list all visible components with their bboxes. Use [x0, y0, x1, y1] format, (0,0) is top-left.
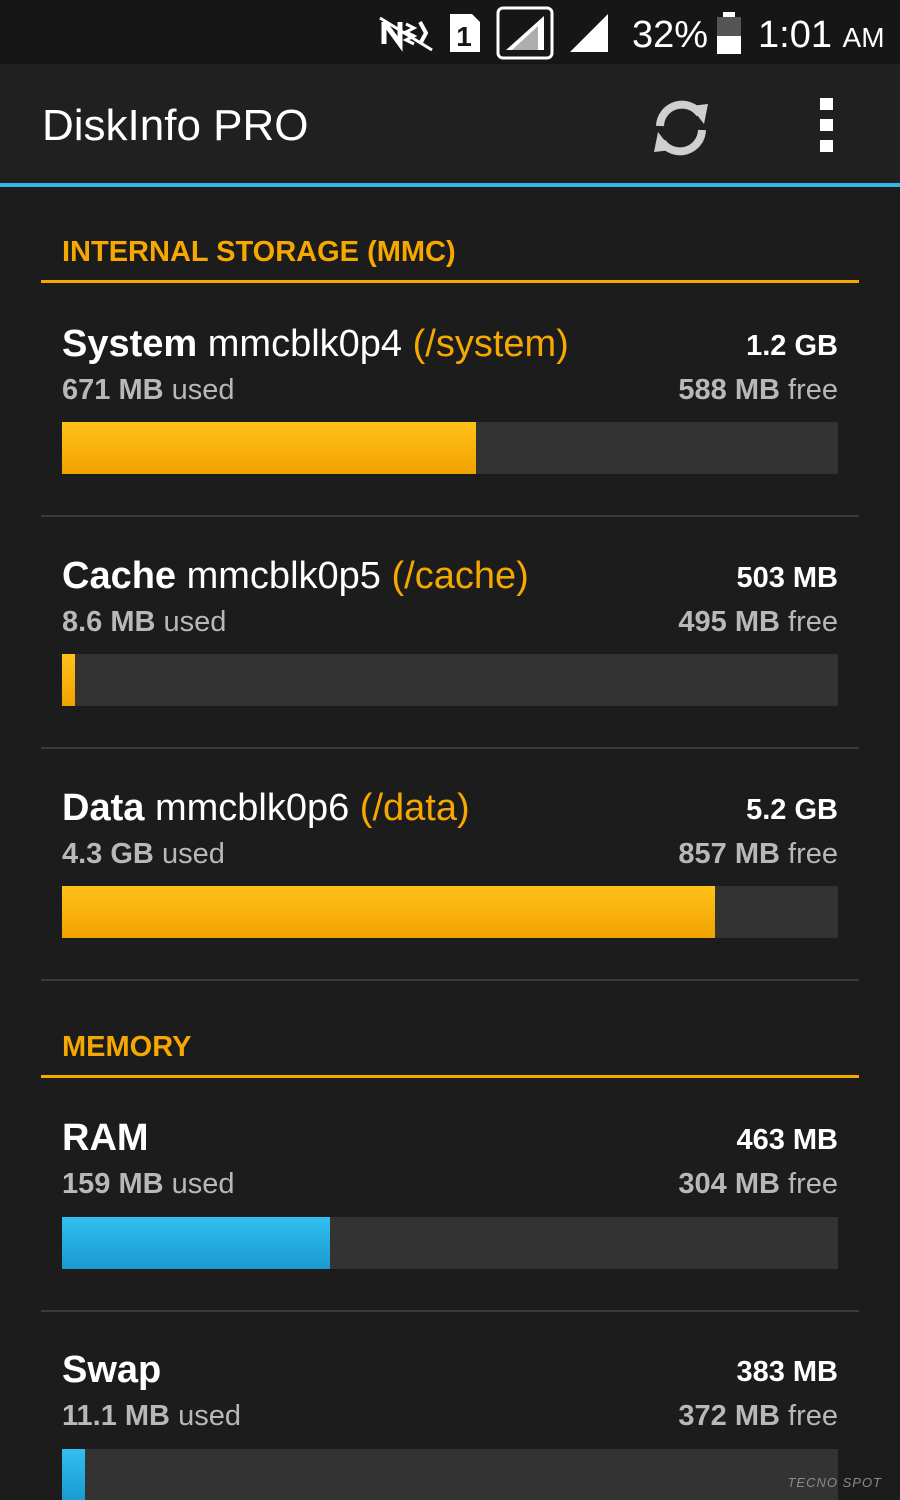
- battery-percent: 32%: [632, 14, 709, 56]
- clock: 1:01 AM: [758, 12, 885, 61]
- partition-title-data: Data mmcblk0p6 (/data): [62, 786, 470, 830]
- free-label: free: [788, 1400, 838, 1432]
- usage-bar-fill: [62, 654, 76, 706]
- status-bar: 1 32% 1:01 AM: [0, 0, 900, 64]
- usage-bar-swap: [62, 1449, 838, 1500]
- usage-bar-fill: [62, 1217, 330, 1269]
- partition-device: mmcblk0p5: [186, 555, 381, 597]
- memory-name: Swap: [62, 1349, 162, 1391]
- section-rule: [41, 280, 859, 283]
- free-label: free: [788, 606, 838, 638]
- partition-used: 671 MB used: [62, 372, 235, 408]
- sim-slot-number: 1: [456, 21, 472, 52]
- memory-free: 304 MB free: [678, 1166, 838, 1202]
- free-label: free: [788, 374, 838, 406]
- partition-name: Data: [62, 787, 145, 829]
- partition-free: 588 MB free: [678, 372, 838, 408]
- used-label: used: [163, 606, 227, 638]
- usage-bar-ram: [62, 1217, 838, 1269]
- used-value: 4.3 GB: [62, 838, 154, 870]
- sim-1-icon: 1: [450, 14, 480, 52]
- app-title: DiskInfo PRO: [42, 101, 309, 150]
- partition-free: 857 MB free: [678, 836, 838, 872]
- partition-mount: (/data): [359, 787, 470, 829]
- partition-used: 8.6 MB used: [62, 604, 226, 640]
- item-divider: [41, 979, 859, 981]
- clock-ampm: AM: [842, 22, 885, 53]
- memory-free: 372 MB free: [678, 1398, 838, 1434]
- memory-total: 463 MB: [736, 1124, 838, 1156]
- nfc-muted-icon: [379, 16, 433, 52]
- watermark: TECNO SPOT: [787, 1475, 882, 1490]
- partition-mount: (/cache): [391, 555, 529, 597]
- memory-title-ram: RAM: [62, 1116, 149, 1160]
- action-bar: DiskInfo PRO: [0, 64, 900, 184]
- partition-total: 503 MB: [736, 562, 838, 594]
- partition-device: mmcblk0p6: [154, 787, 350, 829]
- free-value: 372 MB: [678, 1400, 780, 1432]
- signal-boxed-icon: [496, 6, 554, 60]
- section-header-memory: MEMORY: [62, 1031, 192, 1063]
- usage-bar-cache: [62, 654, 838, 706]
- refresh-icon[interactable]: [646, 92, 716, 162]
- usage-bar-fill: [62, 886, 715, 938]
- usage-bar-fill: [62, 422, 477, 474]
- used-label: used: [178, 1400, 241, 1432]
- free-label: free: [788, 838, 838, 870]
- partition-used: 4.3 GB used: [62, 836, 225, 872]
- usage-bar-data: [62, 886, 838, 938]
- free-value: 304 MB: [678, 1168, 780, 1200]
- free-label: free: [788, 1168, 838, 1200]
- battery-icon: [717, 12, 741, 54]
- partition-total: 5.2 GB: [746, 794, 838, 826]
- partition-free: 495 MB free: [678, 604, 838, 640]
- partition-name: Cache: [62, 555, 177, 597]
- clock-time: 1:01: [758, 14, 832, 56]
- usage-bar-system: [62, 422, 838, 474]
- action-bar-underline: [0, 183, 900, 187]
- item-divider: [41, 1310, 859, 1312]
- used-value: 159 MB: [62, 1168, 164, 1200]
- signal-icon: [570, 14, 608, 52]
- section-rule: [41, 1075, 859, 1078]
- overflow-menu-icon[interactable]: [802, 90, 852, 160]
- partition-title-system: System mmcblk0p4 (/system): [62, 322, 569, 366]
- used-label: used: [171, 1168, 235, 1200]
- item-divider: [41, 747, 859, 749]
- free-value: 857 MB: [678, 838, 780, 870]
- partition-name: System: [62, 323, 198, 365]
- partition-total: 1.2 GB: [746, 330, 838, 362]
- memory-used: 159 MB used: [62, 1166, 235, 1202]
- memory-title-swap: Swap: [62, 1348, 161, 1392]
- partition-mount: (/system): [412, 323, 569, 365]
- usage-bar-fill: [62, 1449, 85, 1500]
- free-value: 588 MB: [678, 374, 780, 406]
- memory-used: 11.1 MB used: [62, 1398, 241, 1434]
- memory-total: 383 MB: [736, 1356, 838, 1388]
- used-label: used: [161, 838, 225, 870]
- free-value: 495 MB: [678, 606, 780, 638]
- used-value: 11.1 MB: [62, 1400, 170, 1432]
- partition-title-cache: Cache mmcblk0p5 (/cache): [62, 554, 529, 598]
- item-divider: [41, 515, 859, 517]
- memory-name: RAM: [62, 1117, 149, 1159]
- partition-device: mmcblk0p4: [207, 323, 403, 365]
- used-value: 8.6 MB: [62, 606, 156, 638]
- used-label: used: [171, 374, 235, 406]
- used-value: 671 MB: [62, 374, 164, 406]
- section-header-internal-storage: INTERNAL STORAGE (MMC): [62, 236, 456, 268]
